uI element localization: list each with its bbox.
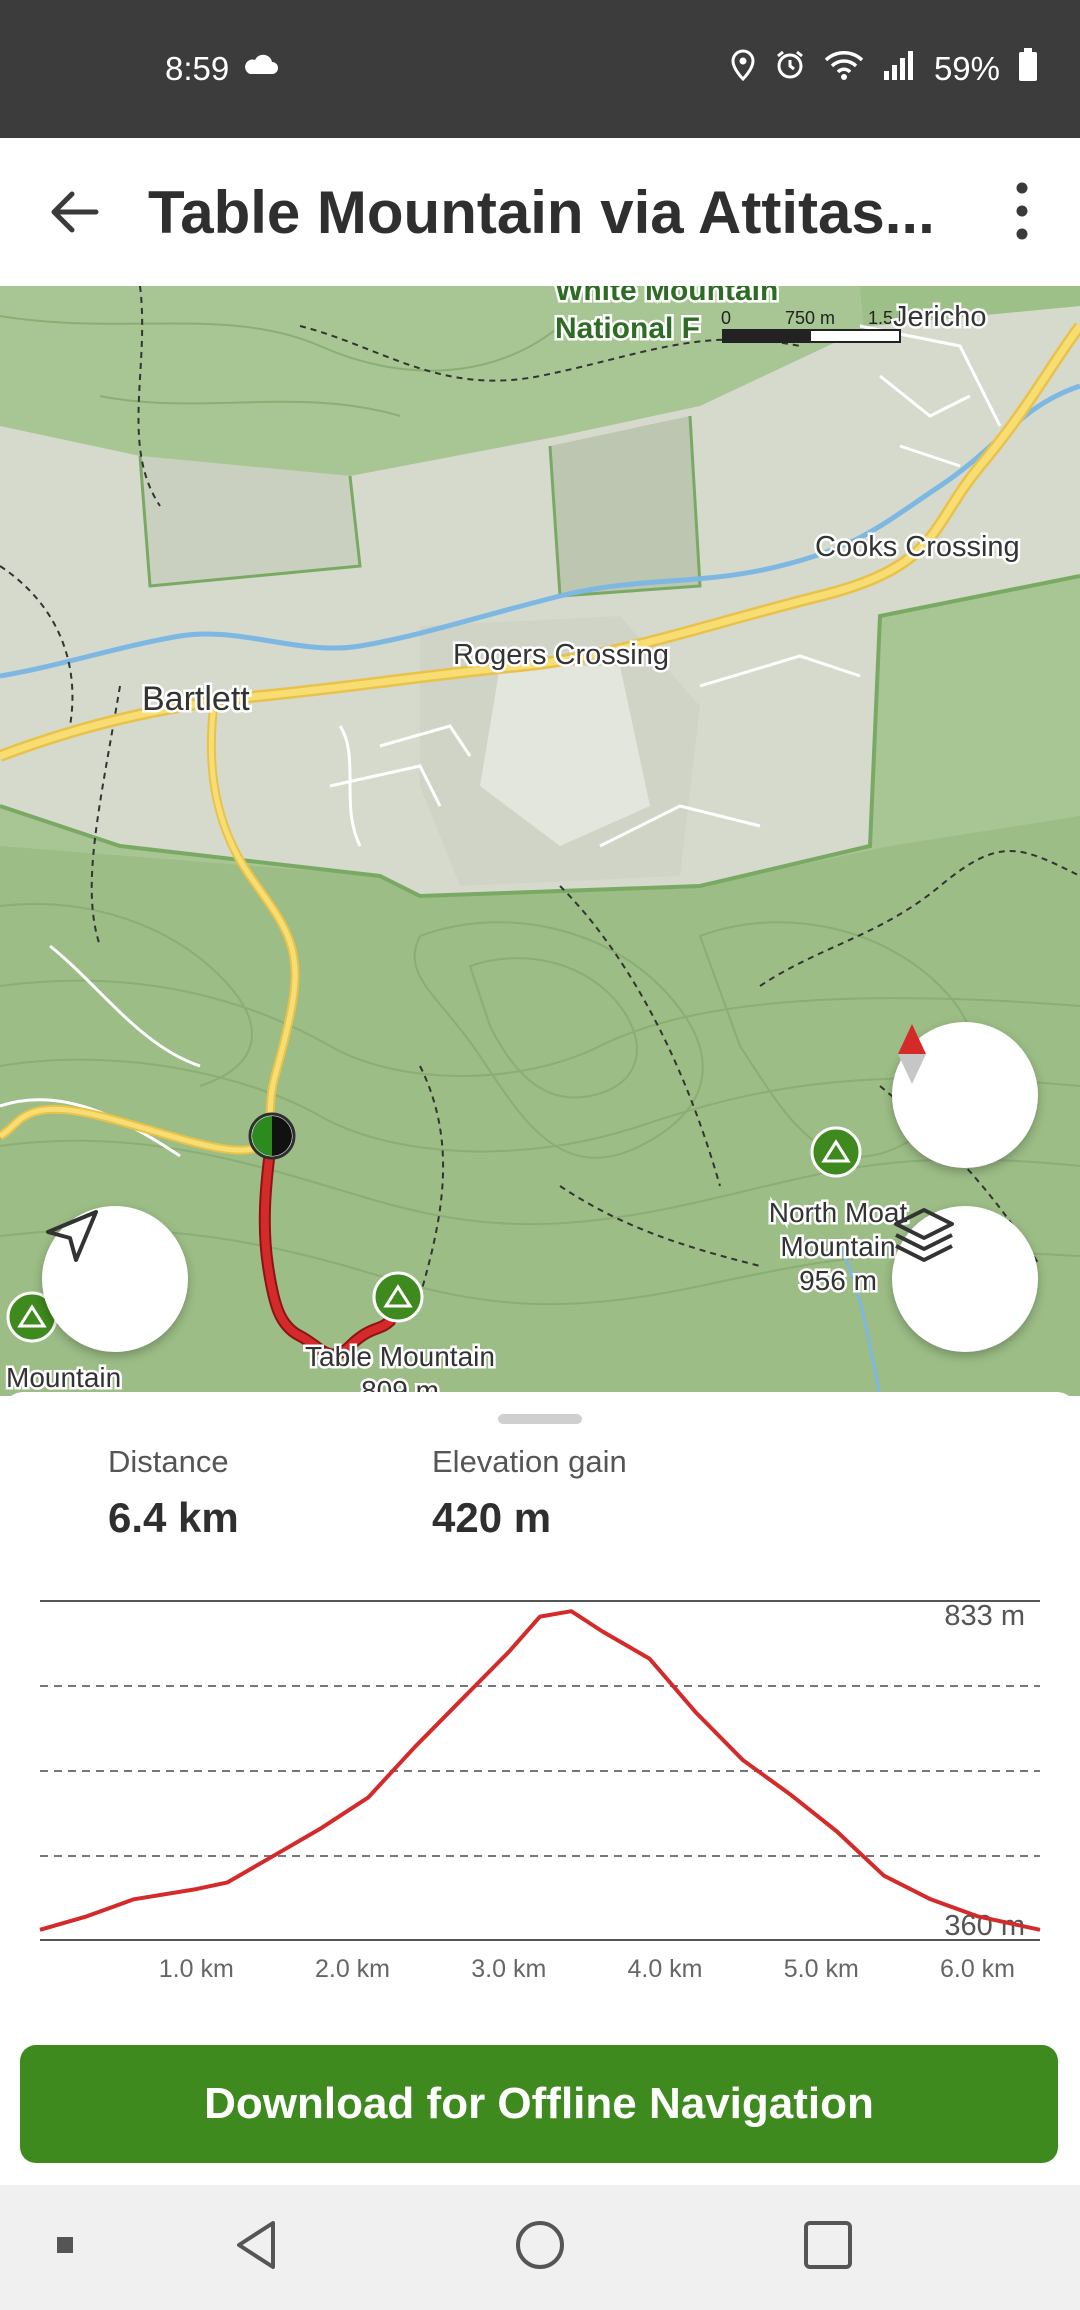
back-arrow-icon[interactable] [46, 184, 102, 240]
chart-x-tick-label: 4.0 km [627, 1955, 702, 1980]
my-location-button[interactable] [42, 1206, 188, 1352]
page-title: Table Mountain via Attitas... [148, 179, 935, 246]
location-icon [730, 49, 756, 89]
battery-percent: 59% [933, 50, 1000, 87]
cloud-icon [242, 54, 278, 81]
nav-back-button[interactable] [205, 2185, 305, 2310]
download-button-area: Download for Offline Navigation [0, 2025, 1080, 2185]
status-bar: 8:59 59% [0, 0, 1080, 138]
chart-x-tick-label: 5.0 km [784, 1955, 859, 1980]
map-layers-button[interactable] [892, 1206, 1038, 1352]
map-view[interactable]: White Mountain National F 0 750 m 1.5 km… [0, 286, 1080, 1396]
distance-value: 6.4 km [108, 1494, 239, 1541]
chart-x-tick-label: 2.0 km [315, 1955, 390, 1980]
elevation-gain-label: Elevation gain [432, 1444, 627, 1479]
status-time: 8:59 [165, 50, 230, 87]
alarm-icon [774, 49, 806, 89]
map-label-north-moat: North Moat [769, 1197, 908, 1228]
nav-extra-button[interactable] [40, 2185, 90, 2310]
wifi-icon [824, 49, 864, 89]
scale-label-mid: 750 m [785, 308, 835, 328]
more-options-icon[interactable] [1000, 176, 1044, 246]
elevation-profile-chart[interactable]: 833 m 360 m 1.0 km 2.0 km 3.0 km 4.0 km 5.0 … [0, 1580, 1080, 1980]
chart-x-tick-label: 6.0 km [940, 1955, 1015, 1980]
sheet-drag-handle[interactable] [498, 1414, 582, 1424]
map-label-north-moat-elevation: 956 m [799, 1265, 877, 1296]
elevation-gain-value: 420 m [432, 1494, 552, 1541]
battery-icon [1018, 48, 1038, 90]
map-label-rogers-crossing: Rogers Crossing [453, 639, 669, 671]
chart-x-tick-label: 3.0 km [471, 1955, 546, 1980]
map-label-table-mountain: Table Mountain [305, 1341, 495, 1372]
scale-label-zero: 0 [721, 308, 731, 328]
map-label-bartlett: Bartlett [142, 680, 250, 718]
square-recents-icon [803, 2220, 853, 2275]
triangle-back-icon [233, 2219, 277, 2276]
map-label-north-moat-2: Mountain [780, 1231, 895, 1262]
signal-icon [882, 49, 916, 89]
circle-home-icon [514, 2219, 566, 2276]
map-label-mountain: Mountain [6, 1362, 121, 1393]
system-nav-bar [0, 2185, 1080, 2310]
chart-x-tick-label: 1.0 km [159, 1955, 234, 1980]
nav-recents-button[interactable] [778, 2185, 878, 2310]
chart-min-label: 360 m [944, 1910, 1025, 1942]
chart-max-label: 833 m [944, 1600, 1025, 1632]
distance-label: Distance [108, 1444, 229, 1479]
nav-home-button[interactable] [490, 2185, 590, 2310]
map-label-park: White Mountain [555, 286, 778, 307]
download-offline-button[interactable]: Download for Offline Navigation [20, 2045, 1058, 2163]
elevation-series-line [39, 1609, 1041, 1932]
map-label-park2: National F [555, 312, 700, 345]
map-label-jericho: Jericho [893, 301, 987, 333]
map-label-cooks-crossing: Cooks Crossing [815, 531, 1020, 563]
compass-button[interactable] [892, 1022, 1038, 1168]
status-icons: 59% [730, 48, 1038, 90]
small-square-icon [56, 2236, 74, 2259]
app-bar: Table Mountain via Attitas... [0, 138, 1080, 286]
